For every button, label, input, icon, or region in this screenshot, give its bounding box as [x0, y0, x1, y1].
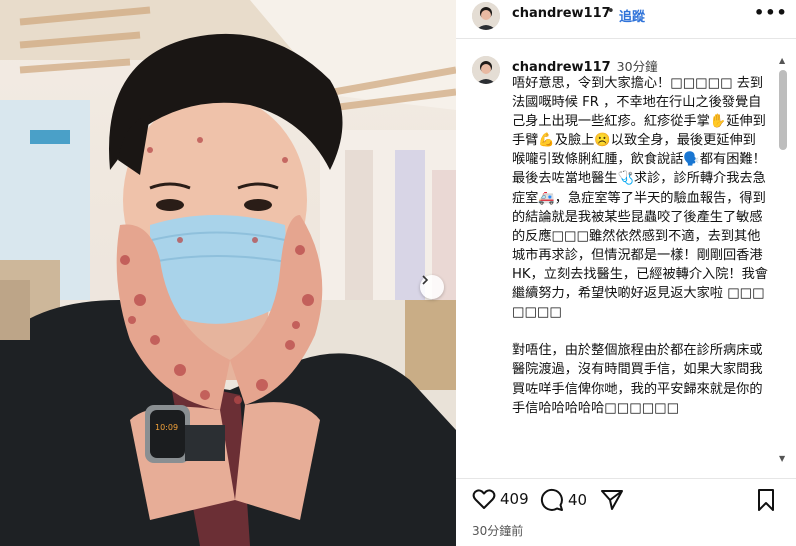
post-header: chandrew117 • 追蹤 •••	[456, 0, 796, 30]
avatar-image	[472, 2, 500, 30]
post-panel: chandrew117 • 追蹤 ••• chandrew117 30分鐘 唔好意…	[456, 0, 796, 546]
bookmark-icon	[758, 489, 774, 511]
follow-button[interactable]: 追蹤	[619, 6, 645, 25]
caption-area: chandrew117 30分鐘 唔好意思，令到大家擔心！□□□□□ 去到法國嘅時…	[456, 50, 778, 468]
photo-illustration: 10:09	[0, 0, 456, 546]
paper-plane-icon	[601, 490, 623, 510]
comment-bubble-icon	[540, 488, 563, 511]
caption-text: 唔好意思，令到大家擔心！□□□□□ 去到法國嘅時候 FR ，不幸地在行山之後發覺…	[512, 76, 768, 416]
separator-dot: •	[607, 4, 615, 19]
author-avatar[interactable]	[472, 2, 500, 30]
more-options-button[interactable]: •••	[754, 3, 788, 22]
scroll-thumb[interactable]	[779, 70, 787, 150]
comment-count: 40	[568, 491, 588, 509]
svg-text:10:09: 10:09	[155, 423, 178, 432]
caption-avatar[interactable]	[472, 56, 500, 84]
post-photo: 10:09	[0, 0, 456, 546]
actions-divider	[456, 478, 796, 479]
share-button[interactable]	[600, 488, 624, 512]
caption-time: 30分鐘	[616, 59, 658, 74]
save-button[interactable]	[756, 488, 776, 512]
action-bar: 409 40	[456, 486, 796, 516]
caption-username[interactable]: chandrew117	[512, 60, 611, 75]
scroll-up-arrow-icon[interactable]: ▲	[779, 56, 785, 65]
like-count: 409	[500, 490, 529, 508]
chevron-right-icon	[422, 275, 429, 285]
heart-icon	[472, 489, 496, 509]
comment-button[interactable]: 40	[540, 488, 587, 512]
header-divider	[456, 38, 796, 39]
avatar-image	[472, 56, 500, 84]
post-timestamp: 30分鐘前	[472, 524, 524, 538]
author-username[interactable]: chandrew117	[512, 6, 611, 21]
like-button[interactable]: 409	[472, 488, 529, 510]
carousel-next-button[interactable]	[420, 275, 444, 299]
scroll-down-arrow-icon[interactable]: ▼	[779, 454, 785, 463]
caption-header: chandrew117 30分鐘	[512, 56, 658, 75]
caption-scrollbar[interactable]: ▲ ▼	[776, 56, 790, 468]
